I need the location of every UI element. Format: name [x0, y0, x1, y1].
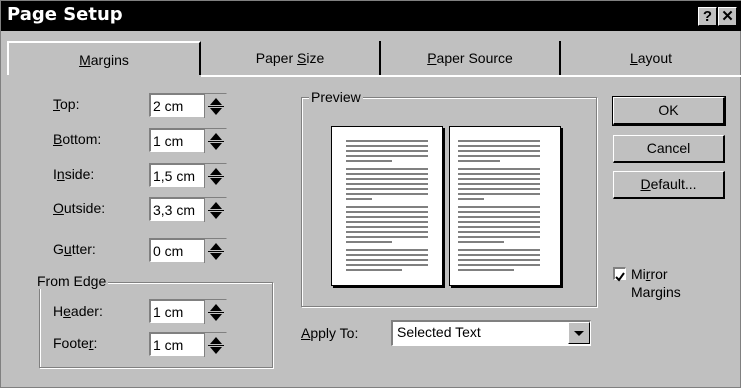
gutter-label: Gutter: — [53, 241, 96, 257]
header-spinner[interactable] — [204, 300, 227, 324]
footer-input[interactable]: 1 cm — [149, 332, 227, 357]
gutter-spinner[interactable] — [204, 239, 227, 263]
tab-paper-size-label: Paper Size — [255, 50, 325, 66]
window-title: Page Setup — [7, 4, 123, 25]
spinner-arrows-icon — [208, 168, 224, 185]
close-button[interactable]: ✕ — [718, 7, 737, 26]
page-setup-dialog: Page Setup ? ✕ Margins Paper Size Paper … — [0, 0, 741, 388]
mirror-margins-label-1: Mirror — [631, 266, 668, 282]
outside-value: 3,3 cm — [153, 202, 196, 218]
tab-margins-label: Margins — [79, 52, 129, 68]
ok-button-label: OK — [658, 102, 679, 118]
cancel-button[interactable]: Cancel — [613, 135, 725, 163]
footer-label: Footer: — [53, 335, 98, 351]
title-bar: Page Setup ? ✕ — [1, 1, 741, 31]
top-label: Top: — [53, 96, 80, 112]
default-button-label: Default... — [640, 176, 697, 192]
from-edge-title: From Edge — [35, 273, 109, 289]
inside-value: 1,5 cm — [153, 168, 196, 184]
outside-input[interactable]: 3,3 cm — [149, 197, 227, 222]
apply-to-value: Selected Text — [397, 324, 481, 340]
tab-strip: Margins Paper Size Paper Source Layout — [7, 41, 741, 77]
spinner-arrows-icon — [208, 337, 224, 354]
tab-margins[interactable]: Margins — [7, 41, 201, 75]
spinner-arrows-icon — [208, 304, 224, 321]
inside-input[interactable]: 1,5 cm — [149, 163, 227, 188]
cancel-button-label: Cancel — [646, 140, 691, 156]
top-spinner[interactable] — [204, 94, 227, 118]
footer-value: 1 cm — [153, 337, 184, 353]
header-label: Header: — [53, 303, 103, 319]
outside-spinner[interactable] — [204, 198, 227, 222]
tab-paper-source[interactable]: Paper Source — [381, 41, 561, 75]
ok-button[interactable]: OK — [612, 96, 726, 126]
mirror-margins-checkbox[interactable] — [613, 267, 626, 282]
preview-left-page — [331, 126, 443, 286]
footer-spinner[interactable] — [204, 333, 227, 357]
spinner-arrows-icon — [208, 133, 224, 150]
top-value: 2 cm — [153, 98, 184, 114]
dropdown-button[interactable] — [568, 322, 590, 344]
top-input[interactable]: 2 cm — [149, 93, 227, 118]
close-icon: ✕ — [721, 8, 734, 25]
tab-divider — [201, 75, 741, 77]
spinner-arrows-icon — [208, 98, 224, 115]
chevron-down-icon — [574, 331, 584, 336]
tab-layout-label: Layout — [629, 50, 673, 66]
mirror-margins-label-2: Margins — [631, 284, 681, 300]
tab-paper-size[interactable]: Paper Size — [201, 41, 381, 75]
help-button[interactable]: ? — [698, 7, 717, 26]
apply-to-select[interactable]: Selected Text — [391, 320, 591, 346]
gutter-value: 0 cm — [153, 243, 184, 259]
bottom-label: Bottom: — [53, 131, 102, 147]
preview-left-lines — [346, 140, 428, 271]
header-input[interactable]: 1 cm — [149, 299, 227, 324]
inside-spinner[interactable] — [204, 164, 227, 188]
bottom-value: 1 cm — [153, 133, 184, 149]
apply-to-label: Apply To: — [301, 325, 359, 341]
bottom-input[interactable]: 1 cm — [149, 128, 227, 153]
gutter-input[interactable]: 0 cm — [149, 238, 227, 263]
checkmark-icon — [615, 272, 625, 282]
tab-paper-source-label: Paper Source — [427, 50, 513, 66]
preview-title: Preview — [309, 89, 363, 105]
header-value: 1 cm — [153, 304, 184, 320]
help-icon: ? — [702, 8, 713, 25]
default-button[interactable]: Default... — [613, 171, 725, 199]
spinner-arrows-icon — [208, 202, 224, 219]
inside-label: Inside: — [53, 166, 95, 182]
spinner-arrows-icon — [208, 243, 224, 260]
outside-label: Outside: — [53, 200, 106, 216]
preview-right-page — [449, 126, 561, 286]
preview-right-lines — [458, 140, 540, 271]
tab-layout[interactable]: Layout — [561, 41, 741, 75]
bottom-spinner[interactable] — [204, 129, 227, 153]
